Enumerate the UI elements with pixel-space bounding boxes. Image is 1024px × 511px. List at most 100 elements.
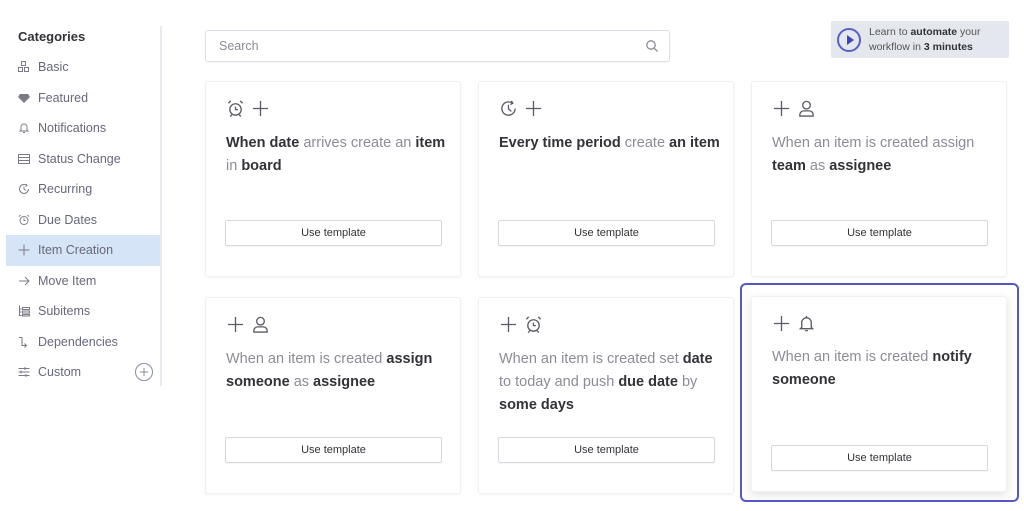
sliders-icon (17, 365, 31, 379)
card-description-text: by (677, 374, 698, 390)
automate-tutorial-banner[interactable]: Learn to automate your workflow in 3 min… (831, 21, 1009, 58)
sidebar-item-featured[interactable]: Featured (6, 83, 160, 114)
card-description: When an item is created assign someone a… (226, 348, 451, 394)
plus-icon (17, 243, 31, 257)
arrow-right-icon (17, 274, 31, 288)
card-description: When an item is created assign team as a… (772, 132, 997, 178)
person-icon (799, 100, 814, 117)
card-description-text: in (226, 158, 242, 174)
sidebar-item-label: Move Item (38, 273, 97, 288)
card-description-keyword: an item (669, 135, 720, 151)
search-icon[interactable] (645, 39, 659, 53)
search-input[interactable] (219, 39, 645, 53)
plus-icon (773, 315, 790, 331)
plus-circle-icon (139, 367, 149, 377)
search-box[interactable] (205, 30, 670, 62)
plus-icon (227, 316, 244, 332)
promo-text: Learn to automate your workflow in 3 min… (869, 25, 981, 53)
card-icons (226, 314, 270, 334)
card-description-keyword: assignee (313, 374, 376, 390)
template-card: When date arrives create an item in boar… (205, 81, 461, 277)
card-icons (226, 98, 270, 118)
card-description: When an item is created notify someone (772, 346, 997, 392)
card-description-keyword: date (682, 351, 713, 367)
card-description-text: as (805, 158, 830, 174)
play-icon (837, 27, 861, 52)
sidebar-item-label: Subitems (38, 304, 91, 319)
add-custom-button[interactable] (135, 363, 153, 381)
card-description-text: When an item is created set (499, 351, 683, 367)
card-description-text: When an item is created assign (772, 135, 975, 151)
recurring-clock-icon (501, 100, 516, 116)
plus-icon (252, 100, 269, 116)
sidebar-item-due-dates[interactable]: Due Dates (6, 205, 160, 236)
card-description-text: as (289, 374, 314, 390)
category-list: Basic Featured Notifications Status Chan… (6, 52, 160, 388)
person-icon (253, 316, 268, 333)
template-card: Every time period create an item Use tem… (478, 81, 734, 277)
card-icons (772, 313, 816, 333)
plus-icon (773, 100, 790, 116)
template-card: When an item is created assign team as a… (751, 81, 1007, 277)
plus-icon (525, 100, 542, 116)
use-template-button[interactable]: Use template (498, 437, 715, 463)
alarm-clock-icon (227, 99, 244, 117)
dependency-icon (17, 335, 31, 349)
sidebar-item-label: Item Creation (38, 243, 114, 258)
plus-icon (500, 316, 517, 332)
sidebar-item-label: Due Dates (38, 212, 98, 227)
sidebar-item-basic[interactable]: Basic (6, 52, 160, 83)
card-description-keyword: some days (499, 397, 574, 413)
card-description: When date arrives create an item in boar… (226, 132, 451, 178)
use-template-button[interactable]: Use template (771, 445, 988, 471)
template-card-highlighted: When an item is created notify someone U… (751, 296, 1007, 492)
sidebar-item-status-change[interactable]: Status Change (6, 144, 160, 175)
card-description: When an item is created set date to toda… (499, 348, 724, 417)
sidebar-item-subitems[interactable]: Subitems (6, 296, 160, 327)
subitems-icon (17, 304, 31, 318)
sidebar-item-notifications[interactable]: Notifications (6, 113, 160, 144)
card-icons (499, 98, 543, 118)
alarm-clock-icon (525, 315, 542, 333)
card-description-text: When an item is created (772, 349, 933, 365)
template-card: When an item is created assign someone a… (205, 297, 461, 494)
sidebar-item-dependencies[interactable]: Dependencies (6, 327, 160, 358)
use-template-button[interactable]: Use template (225, 220, 442, 246)
card-description-keyword: board (241, 158, 282, 174)
categories-sidebar: Categories Basic Featured Notifications … (0, 0, 162, 390)
use-template-button[interactable]: Use template (771, 220, 988, 246)
sidebar-divider (160, 26, 162, 386)
use-template-button[interactable]: Use template (498, 220, 715, 246)
bell-icon (17, 121, 31, 135)
sidebar-item-move-item[interactable]: Move Item (6, 266, 160, 297)
card-description-keyword: When date (226, 135, 300, 151)
sidebar-item-label: Featured (38, 90, 89, 105)
card-description-keyword: team (772, 158, 806, 174)
card-description-text: create (620, 135, 670, 151)
sidebar-item-recurring[interactable]: Recurring (6, 174, 160, 205)
recurring-clock-icon (17, 182, 31, 196)
card-description-text: to today and push (499, 374, 619, 390)
diamond-icon (17, 91, 31, 105)
sidebar-item-item-creation[interactable]: Item Creation (6, 235, 160, 266)
blocks-icon (17, 60, 31, 74)
bell-icon (798, 315, 815, 331)
card-description-keyword: item (415, 135, 446, 151)
sidebar-item-label: Notifications (38, 121, 107, 136)
template-card: When an item is created set date to toda… (478, 297, 734, 494)
card-description-text: arrives create an (299, 135, 416, 151)
sidebar-item-label: Status Change (38, 151, 121, 166)
card-description-text: When an item is created (226, 351, 387, 367)
sidebar-item-label: Custom (38, 365, 82, 380)
card-description-keyword: assignee (829, 158, 892, 174)
card-description-keyword: Every time period (499, 135, 621, 151)
sidebar-item-label: Dependencies (38, 334, 118, 349)
status-list-icon (17, 152, 31, 166)
sidebar-item-label: Recurring (38, 182, 93, 197)
alarm-clock-icon (17, 213, 31, 227)
card-icons (772, 98, 816, 118)
sidebar-item-label: Basic (38, 60, 69, 75)
use-template-button[interactable]: Use template (225, 437, 442, 463)
card-description-keyword: due date (618, 374, 678, 390)
sidebar-title: Categories (18, 29, 86, 44)
